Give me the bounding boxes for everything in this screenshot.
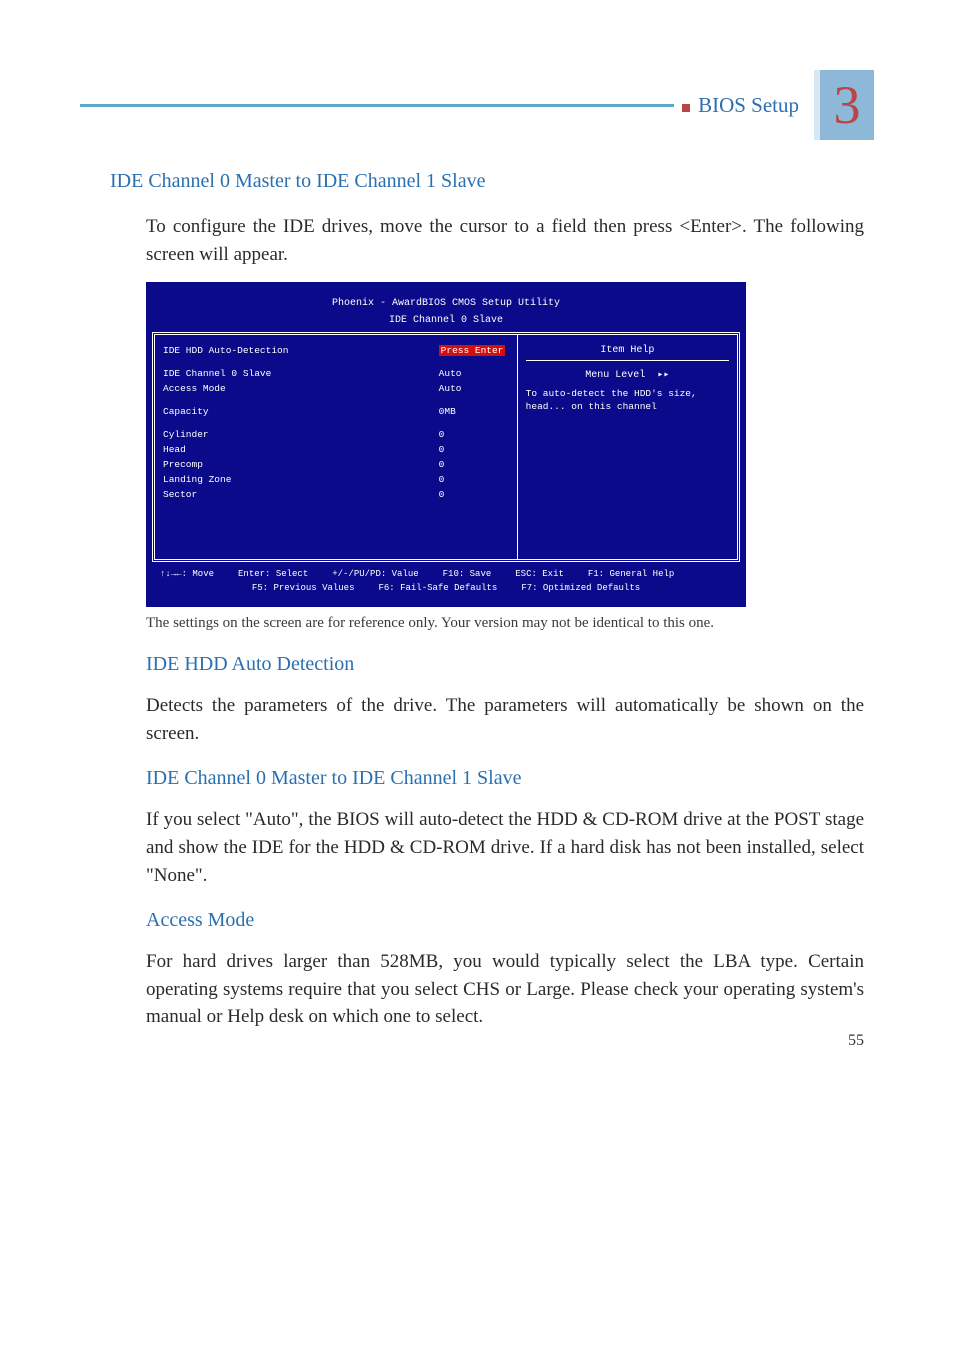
bios-label: Landing Zone [163, 474, 439, 485]
bios-label: Capacity [163, 406, 439, 417]
header-section-label: BIOS Setup [682, 93, 814, 118]
section-2-text: Detects the parameters of the drive. The… [146, 692, 864, 747]
bios-screenshot: Phoenix - AwardBIOS CMOS Setup Utility I… [146, 282, 746, 607]
bios-row-1: IDE Channel 0 Slave Auto [163, 368, 509, 379]
bios-label: Cylinder [163, 429, 439, 440]
bios-label: Precomp [163, 459, 439, 470]
bios-label: IDE HDD Auto-Detection [163, 345, 439, 356]
bios-help-title: Item Help [526, 345, 729, 356]
bios-row-8: Sector 0 [163, 489, 509, 500]
bios-value: 0 [439, 459, 509, 470]
bios-divider [526, 360, 729, 361]
bios-help-body: To auto-detect the HDD's size, head... o… [526, 387, 729, 414]
intro-paragraph: To configure the IDE drives, move the cu… [110, 213, 864, 268]
document-page: BIOS Setup 3 IDE Channel 0 Master to IDE… [0, 0, 954, 1085]
bios-value: Auto [439, 368, 509, 379]
page-content: IDE Channel 0 Master to IDE Channel 1 Sl… [80, 170, 874, 1031]
bios-title-1: Phoenix - AwardBIOS CMOS Setup Utility [152, 288, 740, 315]
screenshot-caption: The settings on the screen are for refer… [110, 613, 864, 633]
chapter-number: 3 [834, 74, 861, 136]
bios-label: Access Mode [163, 383, 439, 394]
header-text: BIOS Setup [698, 93, 799, 117]
section-3-text: If you select "Auto", the BIOS will auto… [146, 806, 864, 889]
bios-row-3: Capacity 0MB [163, 406, 509, 417]
chapter-badge: 3 [814, 70, 874, 140]
bios-panel: IDE HDD Auto-Detection Press Enter IDE C… [152, 332, 740, 562]
bios-label: IDE Channel 0 Slave [163, 368, 439, 379]
bios-footer-enter: Enter: Select [238, 568, 308, 582]
bios-row-0: IDE HDD Auto-Detection Press Enter [163, 345, 509, 356]
bios-row-4: Cylinder 0 [163, 429, 509, 440]
header-rule [80, 104, 674, 107]
bios-left-panel: IDE HDD Auto-Detection Press Enter IDE C… [155, 335, 518, 559]
bios-footer-f7: F7: Optimized Defaults [521, 582, 640, 596]
section-title-1: IDE Channel 0 Master to IDE Channel 1 Sl… [110, 170, 864, 193]
arrow-right-icon: ▸▸ [657, 369, 669, 381]
page-number: 55 [848, 1032, 864, 1050]
bios-right-panel: Item Help Menu Level ▸▸ To auto-detect t… [518, 335, 737, 559]
bios-value: Auto [439, 383, 509, 394]
bios-row-2: Access Mode Auto [163, 383, 509, 394]
bios-value: Press Enter [439, 345, 509, 356]
bios-footer: ↑↓→←: Move Enter: Select +/-/PU/PD: Valu… [152, 562, 740, 601]
section-title-3: IDE Channel 0 Master to IDE Channel 1 Sl… [146, 767, 864, 790]
bios-value: 0 [439, 474, 509, 485]
bios-footer-f10: F10: Save [443, 568, 492, 582]
bios-footer-row-2: F5: Previous Values F6: Fail-Safe Defaul… [160, 582, 732, 596]
bios-menu-level: Menu Level ▸▸ [526, 369, 729, 381]
sections-block: IDE HDD Auto Detection Detects the param… [110, 653, 864, 1030]
bios-footer-nav: ↑↓→←: Move [160, 568, 214, 582]
bios-row-5: Head 0 [163, 444, 509, 455]
section-4-text: For hard drives larger than 528MB, you w… [146, 948, 864, 1031]
bios-footer-pupd: +/-/PU/PD: Value [332, 568, 418, 582]
bios-label: Head [163, 444, 439, 455]
bios-value: 0 [439, 444, 509, 455]
bios-value: 0 [439, 429, 509, 440]
marker-icon [682, 104, 690, 112]
bios-row-7: Landing Zone 0 [163, 474, 509, 485]
bios-row-6: Precomp 0 [163, 459, 509, 470]
bios-value: 0 [439, 489, 509, 500]
bios-value: 0MB [439, 406, 509, 417]
bios-footer-row-1: ↑↓→←: Move Enter: Select +/-/PU/PD: Valu… [160, 568, 732, 582]
bios-footer-f6: F6: Fail-Safe Defaults [378, 582, 497, 596]
page-header: BIOS Setup 3 [80, 70, 874, 140]
bios-footer-f5: F5: Previous Values [252, 582, 355, 596]
section-title-4: Access Mode [146, 909, 864, 932]
section-title-2: IDE HDD Auto Detection [146, 653, 864, 676]
bios-title-2: IDE Channel 0 Slave [152, 315, 740, 332]
bios-label: Sector [163, 489, 439, 500]
bios-footer-esc: ESC: Exit [515, 568, 564, 582]
bios-footer-f1: F1: General Help [588, 568, 674, 582]
